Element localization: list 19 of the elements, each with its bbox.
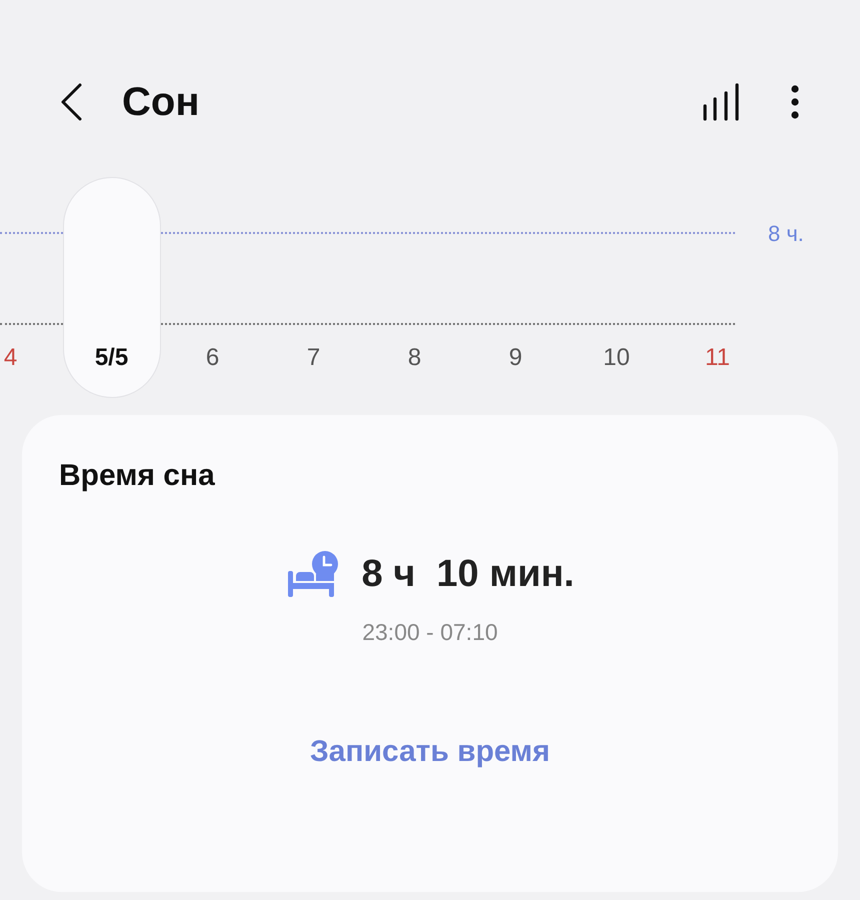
day-tab[interactable]: 7 [263, 177, 364, 398]
record-time-button[interactable]: Записать время [304, 734, 556, 770]
day-tab[interactable]: 10 [566, 177, 667, 398]
sleep-duration: 8 ч 10 мин. [362, 552, 574, 596]
bar-chart-icon [702, 82, 740, 122]
more-icon [790, 84, 800, 120]
bed-clock-icon [286, 549, 340, 599]
chart-button[interactable] [702, 82, 740, 122]
sleep-time-range: 23:00 - 07:10 [362, 619, 498, 646]
day-tab[interactable]: 9 [465, 177, 566, 398]
goal-label: 8 ч. [768, 221, 804, 247]
card-title: Время сна [59, 459, 215, 493]
page-title: Сон [122, 80, 200, 124]
day-tab[interactable]: 4 [0, 177, 61, 398]
day-tab[interactable]: 6 [162, 177, 263, 398]
day-tab[interactable]: 5/5 [62, 177, 160, 398]
day-tab[interactable]: 11 [667, 177, 768, 398]
more-button[interactable] [790, 84, 800, 120]
day-tab[interactable]: 8 [364, 177, 465, 398]
